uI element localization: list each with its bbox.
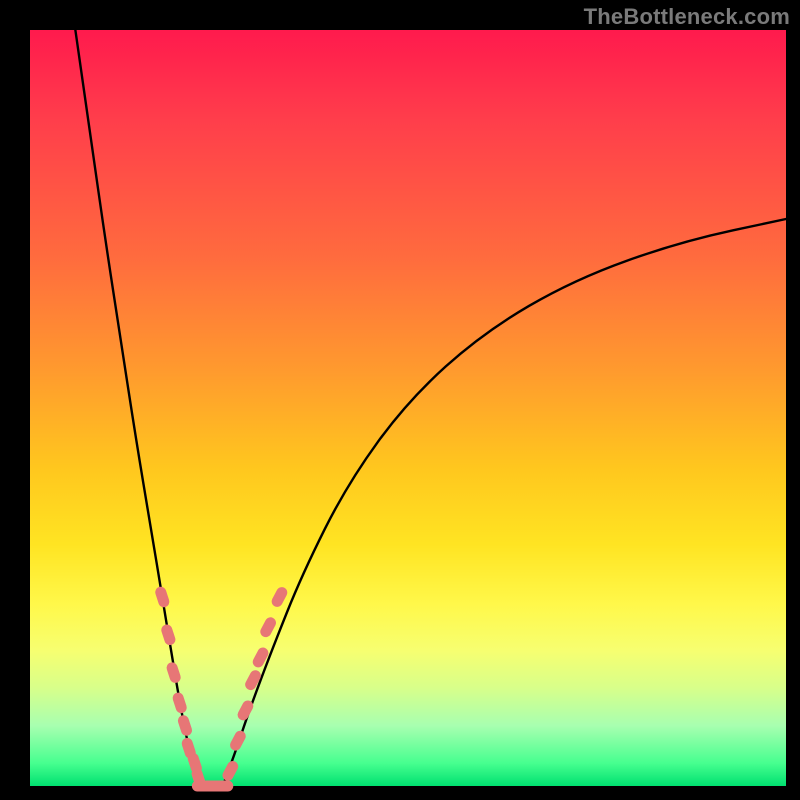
chart-frame: TheBottleneck.com <box>0 0 800 800</box>
data-marker <box>236 699 254 721</box>
data-marker <box>259 616 277 638</box>
plot-area <box>30 30 786 786</box>
data-marker <box>172 692 188 714</box>
data-marker <box>166 662 182 684</box>
data-marker <box>270 586 288 608</box>
data-marker <box>177 714 193 736</box>
chart-svg <box>30 30 786 786</box>
curve-group <box>75 30 786 786</box>
data-marker <box>161 624 177 646</box>
marker-group <box>154 586 288 791</box>
watermark-label: TheBottleneck.com <box>584 4 790 30</box>
series-right-curve <box>223 219 786 786</box>
data-marker <box>221 760 239 782</box>
data-marker <box>229 729 247 751</box>
data-marker <box>154 586 170 608</box>
data-marker <box>213 781 233 791</box>
series-left-curve <box>75 30 202 786</box>
